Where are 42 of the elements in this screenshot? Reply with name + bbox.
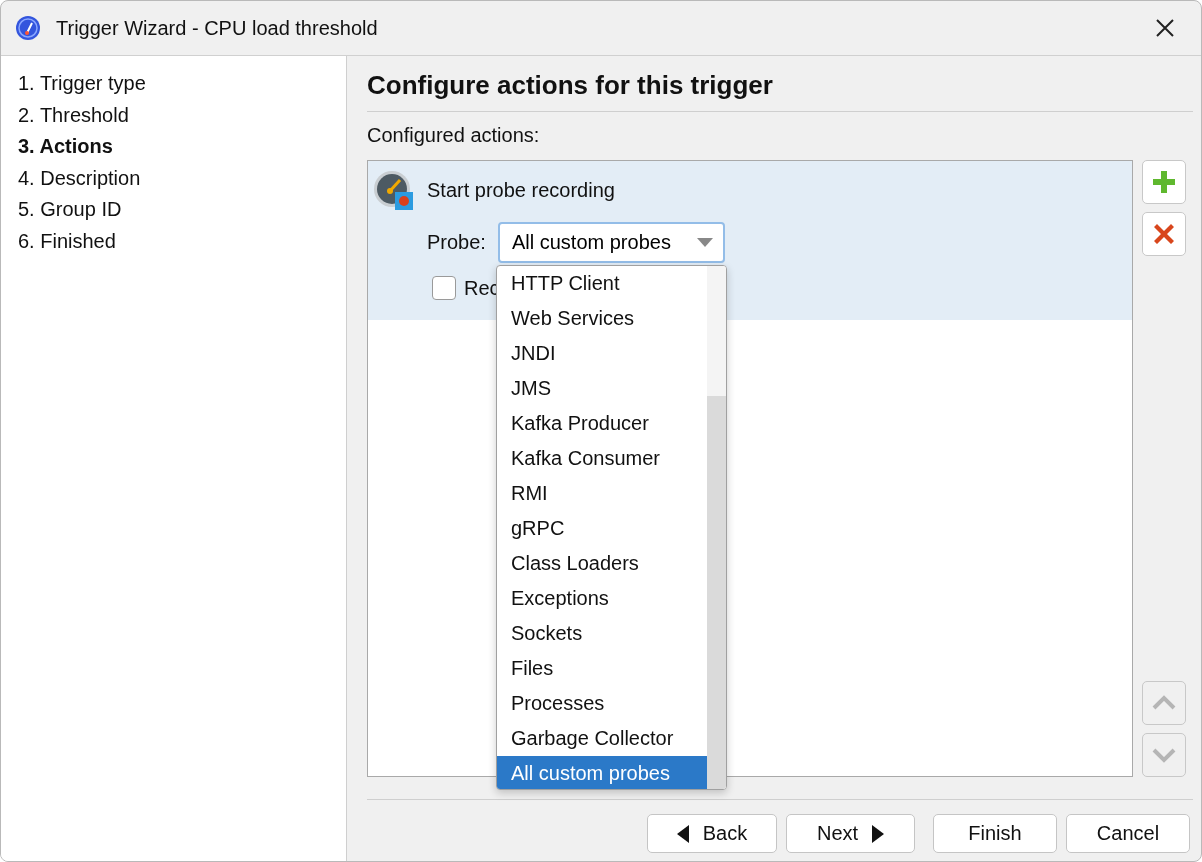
dropdown-option[interactable]: Kafka Consumer <box>497 441 707 476</box>
scrollbar-thumb[interactable] <box>707 396 726 789</box>
add-button[interactable] <box>1142 160 1186 204</box>
plus-icon <box>1151 169 1177 195</box>
step-item[interactable]: 3. Actions <box>1 131 346 163</box>
step-item[interactable]: 2. Threshold <box>1 99 346 131</box>
gauge-record-icon <box>373 170 413 210</box>
dropdown-option[interactable]: Exceptions <box>497 581 707 616</box>
remove-button[interactable] <box>1142 212 1186 256</box>
dropdown-option[interactable]: JNDI <box>497 336 707 371</box>
dialog-button[interactable]: Finish <box>933 814 1057 853</box>
dropdown-option[interactable]: All custom probes <box>497 756 707 789</box>
gauge-icon <box>15 15 41 41</box>
triangle-right-icon <box>872 824 885 843</box>
dropdown-option[interactable]: Garbage Collector <box>497 721 707 756</box>
dialog-button[interactable]: Cancel <box>1066 814 1190 853</box>
step-item[interactable]: 4. Description <box>1 162 346 194</box>
step-item[interactable]: 5. Group ID <box>1 194 346 226</box>
back-button[interactable]: Back <box>647 814 777 853</box>
checkbox[interactable] <box>432 276 456 300</box>
dropdown-option[interactable]: Processes <box>497 686 707 721</box>
dropdown-option[interactable]: Files <box>497 651 707 686</box>
scrollbar-track[interactable] <box>707 266 726 789</box>
section-label: Configured actions: <box>367 124 541 146</box>
window-title: Trigger Wizard - CPU load threshold <box>56 16 379 40</box>
probe-dropdown[interactable]: All custom probes <box>497 222 725 263</box>
step-item[interactable]: 1. Trigger type <box>1 68 346 100</box>
triangle-left-icon <box>676 824 689 843</box>
step-item[interactable]: 6. Finished <box>1 225 346 257</box>
dropdown-option[interactable]: Class Loaders <box>497 546 707 581</box>
next-button[interactable]: Next <box>786 814 915 853</box>
dropdown-option[interactable]: RMI <box>497 476 707 511</box>
field-label: Probe: <box>427 231 486 254</box>
dropdown-option[interactable]: gRPC <box>497 511 707 546</box>
dropdown-option[interactable]: Kafka Producer <box>497 406 707 441</box>
dropdown-option[interactable]: Sockets <box>497 616 707 651</box>
dropdown-option[interactable]: JMS <box>497 371 707 406</box>
dropdown-option[interactable]: HTTP Client <box>497 266 707 301</box>
action-title: Start probe recording <box>427 178 615 202</box>
dropdown-caret-icon <box>696 238 713 247</box>
page-heading: Configure actions for this trigger <box>367 69 1193 112</box>
close-icon <box>1155 18 1175 38</box>
